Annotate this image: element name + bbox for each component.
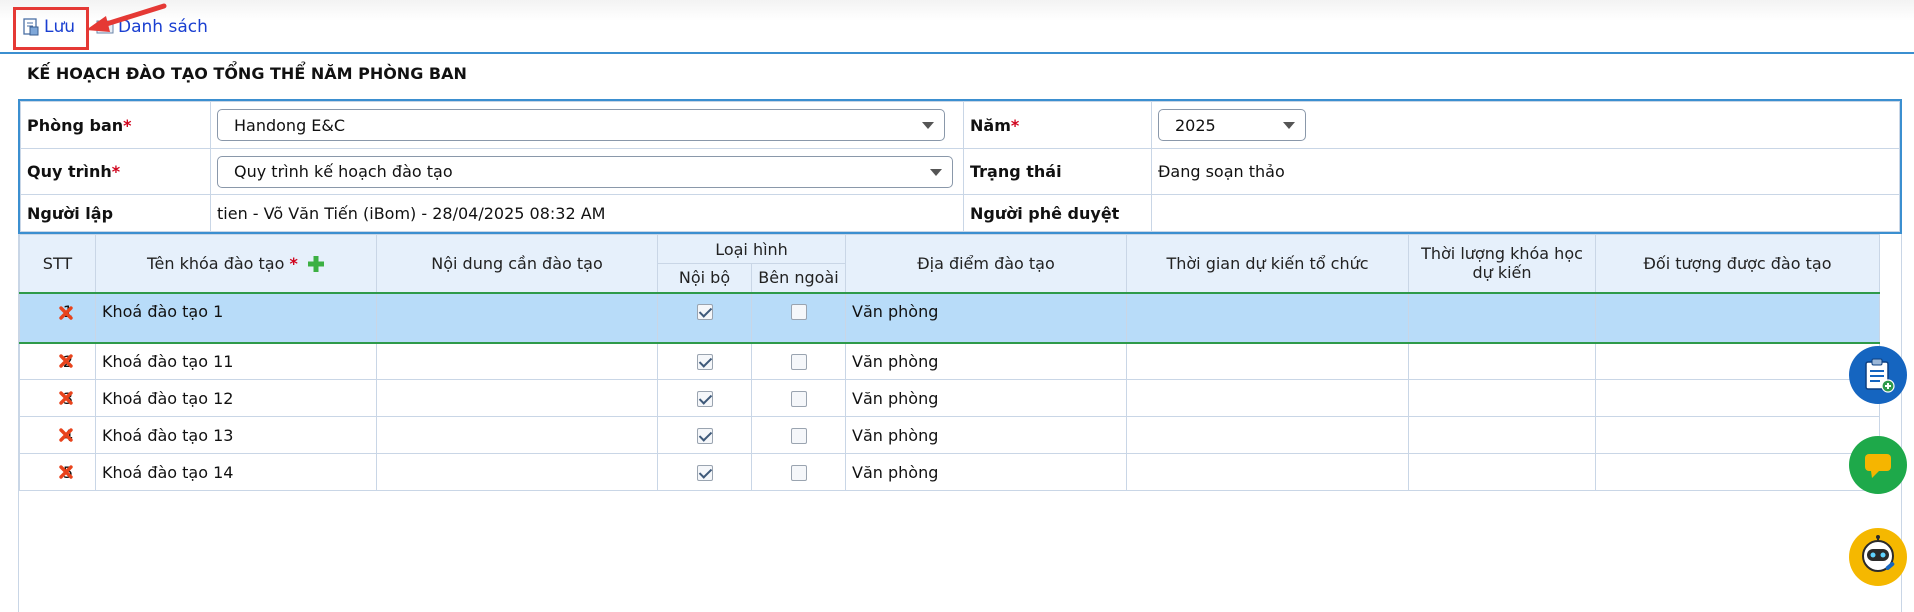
approver-label: Người phê duyệt bbox=[970, 203, 1120, 223]
table-row[interactable]: 2 Khoá đào tạo 11 Văn phòng bbox=[19, 342, 1880, 380]
chevron-down-icon bbox=[1283, 122, 1295, 129]
required-mark: * bbox=[1010, 115, 1020, 135]
location-cell[interactable]: Văn phòng bbox=[852, 302, 938, 321]
duration-cell[interactable] bbox=[1408, 416, 1596, 454]
chevron-down-icon bbox=[930, 168, 942, 176]
header-stt: STT bbox=[19, 234, 96, 293]
course-name-cell[interactable]: Khoá đào tạo 12 bbox=[102, 389, 233, 408]
process-value: Quy trình kế hoạch đào tạo bbox=[234, 162, 453, 181]
add-plan-fab[interactable] bbox=[1849, 346, 1907, 404]
page-title: KẾ HOẠCH ĐÀO TẠO TỔNG THỂ NĂM PHÒNG BAN bbox=[27, 64, 467, 83]
process-label: Quy trình bbox=[27, 162, 112, 181]
internal-checkbox[interactable] bbox=[696, 465, 713, 481]
content-cell[interactable] bbox=[376, 453, 658, 491]
target-cell[interactable] bbox=[1595, 379, 1880, 417]
header-target: Đối tượng được đào tạo bbox=[1595, 234, 1880, 293]
duration-cell[interactable] bbox=[1408, 453, 1596, 491]
chat-bubble-icon bbox=[1865, 454, 1891, 478]
required-mark: * bbox=[289, 253, 298, 273]
duration-cell[interactable] bbox=[1408, 379, 1596, 417]
toolbar: Lưu Danh sách bbox=[0, 0, 1914, 54]
department-label: Phòng ban bbox=[27, 115, 124, 135]
department-value: Handong E&C bbox=[234, 115, 346, 135]
location-cell[interactable]: Văn phòng bbox=[852, 352, 938, 371]
robot-icon bbox=[1862, 535, 1895, 572]
delete-row-x-icon[interactable] bbox=[59, 391, 73, 405]
content-cell[interactable] bbox=[376, 342, 658, 380]
header-planned-time: Thời gian dự kiến tổ chức bbox=[1126, 234, 1409, 293]
required-mark: * bbox=[123, 115, 132, 135]
header-course-name: Tên khóa đào tạo * bbox=[95, 234, 377, 293]
internal-checkbox[interactable] bbox=[696, 354, 713, 371]
year-select[interactable]: 2025 bbox=[1158, 109, 1306, 141]
add-row-plus-icon[interactable] bbox=[307, 255, 325, 273]
required-mark: * bbox=[111, 162, 121, 181]
header-type-group: Loại hình bbox=[657, 234, 846, 264]
location-cell[interactable]: Văn phòng bbox=[852, 389, 938, 408]
external-checkbox[interactable] bbox=[790, 391, 807, 407]
planned-time-cell[interactable] bbox=[1126, 291, 1409, 344]
table-row[interactable]: 1 Khoá đào tạo 1 Văn phòng bbox=[19, 291, 1880, 344]
internal-checkbox[interactable] bbox=[696, 428, 713, 444]
table-row[interactable]: 5 Khoá đào tạo 14 Văn phòng bbox=[19, 453, 1880, 491]
location-cell[interactable]: Văn phòng bbox=[852, 426, 938, 445]
target-cell[interactable] bbox=[1595, 342, 1880, 380]
year-label: Năm bbox=[970, 115, 1011, 135]
external-checkbox[interactable] bbox=[790, 465, 807, 481]
table-row[interactable]: 3 Khoá đào tạo 12 Văn phòng bbox=[19, 379, 1880, 417]
target-cell[interactable] bbox=[1595, 291, 1880, 344]
content-cell[interactable] bbox=[376, 291, 658, 344]
plan-header-form: Phòng ban* Handong E&C Năm* 2025 Quy trì bbox=[18, 99, 1902, 234]
creator-label: Người lập bbox=[27, 203, 114, 223]
planned-time-cell[interactable] bbox=[1126, 453, 1409, 491]
delete-row-x-icon[interactable] bbox=[59, 305, 73, 320]
save-highlight-box bbox=[13, 7, 89, 50]
course-name-cell[interactable]: Khoá đào tạo 14 bbox=[102, 463, 233, 482]
course-name-cell[interactable]: Khoá đào tạo 1 bbox=[102, 302, 223, 321]
external-checkbox[interactable] bbox=[790, 354, 807, 371]
clipboard-add-icon bbox=[1865, 358, 1895, 393]
external-checkbox[interactable] bbox=[790, 304, 807, 320]
course-name-cell[interactable]: Khoá đào tạo 13 bbox=[102, 426, 233, 445]
header-location: Địa điểm đào tạo bbox=[845, 234, 1127, 293]
chevron-down-icon bbox=[922, 122, 934, 129]
annotation-arrow-icon bbox=[86, 3, 167, 32]
planned-time-cell[interactable] bbox=[1126, 342, 1409, 380]
course-name-cell[interactable]: Khoá đào tạo 11 bbox=[102, 352, 233, 371]
target-cell[interactable] bbox=[1595, 416, 1880, 454]
header-external: Bên ngoài bbox=[751, 263, 846, 293]
department-label-cell: Phòng ban* bbox=[20, 101, 211, 149]
assistant-bot-fab[interactable] bbox=[1849, 528, 1907, 586]
planned-time-cell[interactable] bbox=[1126, 379, 1409, 417]
external-checkbox[interactable] bbox=[790, 428, 807, 444]
status-label: Trạng thái bbox=[970, 162, 1062, 181]
internal-checkbox[interactable] bbox=[696, 304, 713, 320]
target-cell[interactable] bbox=[1595, 453, 1880, 491]
delete-row-x-icon[interactable] bbox=[59, 465, 73, 479]
header-course-name-label: Tên khóa đào tạo bbox=[147, 253, 285, 273]
content-cell[interactable] bbox=[376, 379, 658, 417]
delete-row-x-icon[interactable] bbox=[59, 354, 73, 368]
content-cell[interactable] bbox=[376, 416, 658, 454]
creator-value: tien - Võ Văn Tiến (iBom) - 28/04/2025 0… bbox=[217, 203, 606, 223]
internal-checkbox[interactable] bbox=[696, 391, 713, 407]
delete-row-x-icon[interactable] bbox=[59, 428, 73, 442]
duration-cell[interactable] bbox=[1408, 342, 1596, 380]
process-select[interactable]: Quy trình kế hoạch đào tạo bbox=[217, 155, 953, 188]
location-cell[interactable]: Văn phòng bbox=[852, 463, 938, 482]
table-row[interactable]: 4 Khoá đào tạo 13 Văn phòng bbox=[19, 416, 1880, 454]
duration-cell[interactable] bbox=[1408, 291, 1596, 344]
department-select[interactable]: Handong E&C bbox=[217, 109, 945, 141]
header-content: Nội dung cần đào tạo bbox=[376, 234, 658, 293]
year-value: 2025 bbox=[1175, 115, 1216, 135]
header-internal: Nội bộ bbox=[657, 263, 752, 293]
chat-fab[interactable] bbox=[1849, 436, 1907, 494]
header-duration: Thời lượng khóa học dự kiến bbox=[1408, 234, 1596, 293]
planned-time-cell[interactable] bbox=[1126, 416, 1409, 454]
status-value: Đang soạn thảo bbox=[1158, 162, 1285, 181]
training-plan-grid: STT Tên khóa đào tạo * Nội dung cần đào … bbox=[18, 234, 1902, 612]
